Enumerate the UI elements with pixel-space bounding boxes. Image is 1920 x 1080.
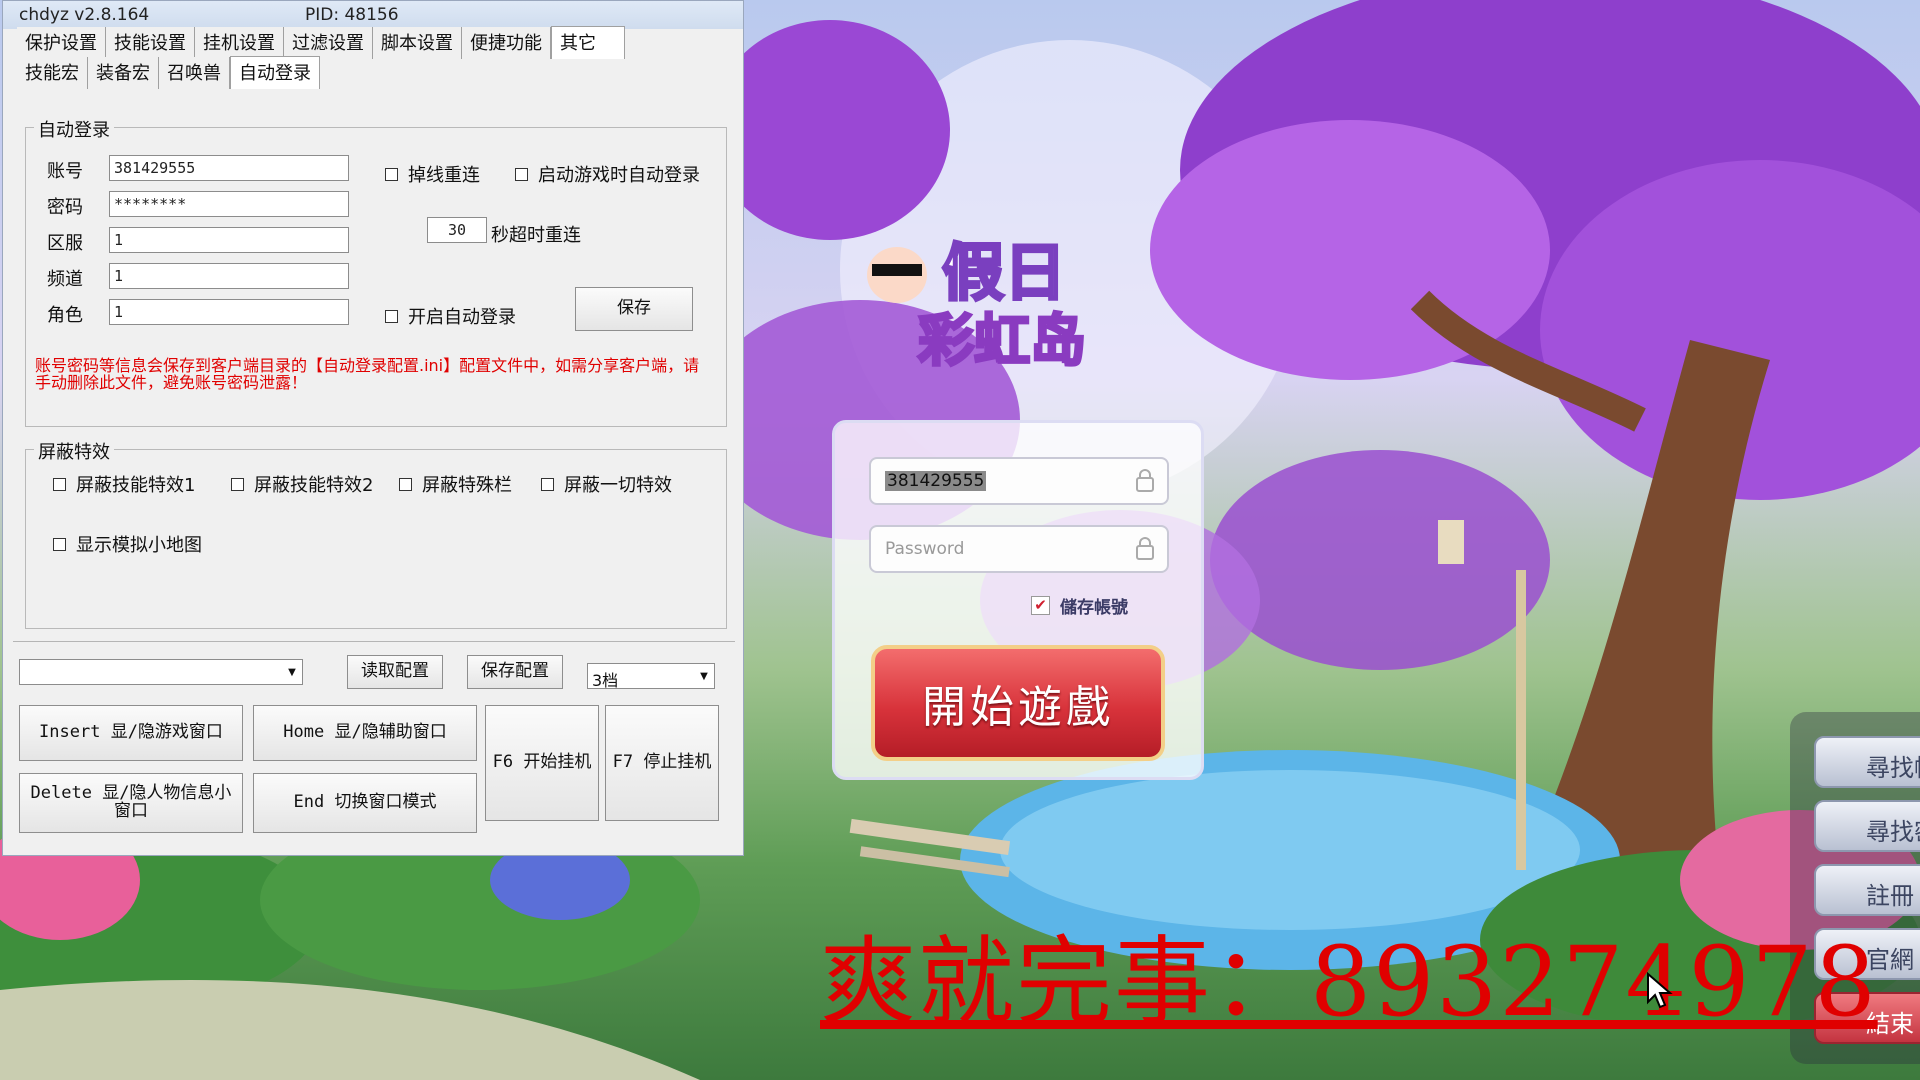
- hide-skill-effect-2-checkbox[interactable]: 屏蔽技能特效2: [231, 471, 373, 497]
- hide-skill-effect-2-label: 屏蔽技能特效2: [254, 475, 374, 496]
- title-bar[interactable]: chdyz v2.8.164 PID: 48156: [3, 1, 743, 29]
- auto-login-legend: 自动登录: [34, 116, 114, 142]
- start-game-button[interactable]: 開始遊戲: [871, 645, 1165, 761]
- checkmark-icon: ✔: [1031, 596, 1050, 615]
- read-config-button[interactable]: 读取配置: [347, 655, 443, 689]
- stop-afk-button[interactable]: F7 停止挂机: [605, 705, 719, 821]
- tab-summon[interactable]: 召唤兽: [159, 57, 230, 89]
- find-password-button[interactable]: 尋找密: [1814, 800, 1920, 852]
- tab-protection[interactable]: 保护设置: [17, 27, 106, 59]
- dropdown-arrow-icon: ▼: [700, 670, 708, 682]
- checkbox-box: [385, 167, 398, 181]
- checkbox-box: [53, 477, 66, 491]
- reconnect-checkbox[interactable]: 掉线重连: [385, 161, 480, 187]
- tab-script[interactable]: 脚本设置: [373, 27, 462, 59]
- helper-window: chdyz v2.8.164 PID: 48156 保护设置 技能设置 挂机设置…: [2, 0, 744, 856]
- hide-skill-effect-1-checkbox[interactable]: 屏蔽技能特效1: [53, 471, 195, 497]
- timeout-label: 秒超时重连: [491, 225, 581, 246]
- app-title: chdyz v2.8.164: [19, 5, 150, 25]
- toggle-game-window-button[interactable]: Insert 显/隐游戏窗口: [19, 705, 243, 761]
- lock-icon: [1136, 537, 1154, 560]
- hide-special-bar-checkbox[interactable]: 屏蔽特殊栏: [399, 471, 512, 497]
- remember-account-checkbox[interactable]: ✔ 儲存帳號: [1031, 593, 1128, 618]
- save-config-button[interactable]: 保存配置: [467, 655, 563, 689]
- channel-field[interactable]: 1: [109, 263, 349, 289]
- main-tab-bar: 保护设置 技能设置 挂机设置 过滤设置 脚本设置 便捷功能 其它: [3, 26, 743, 59]
- remember-account-label: 儲存帳號: [1060, 598, 1128, 618]
- switch-window-mode-button[interactable]: End 切换窗口模式: [253, 773, 477, 833]
- auto-login-on-start-checkbox[interactable]: 启动游戏时自动登录: [515, 161, 700, 187]
- tab-auto-login[interactable]: 自动登录: [230, 56, 320, 89]
- logo-text-rainbow-island: 彩虹岛: [917, 308, 1088, 376]
- checkbox-box: [399, 477, 412, 491]
- effects-legend: 屏蔽特效: [34, 438, 114, 464]
- show-minimap-checkbox[interactable]: 显示模拟小地图: [53, 531, 202, 557]
- hide-special-bar-label: 屏蔽特殊栏: [422, 475, 512, 496]
- password-label: 密码: [47, 197, 83, 218]
- game-logo: 假日 彩虹岛: [862, 200, 1122, 376]
- watermark-text: 爽就完事：893274978: [820, 926, 1878, 1038]
- account-input[interactable]: 381429555: [869, 457, 1169, 505]
- account-value: 381429555: [885, 471, 987, 491]
- account-field[interactable]: 381429555: [109, 155, 349, 181]
- tab-shortcuts[interactable]: 便捷功能: [462, 27, 551, 59]
- mouse-cursor-icon: [1647, 972, 1673, 1009]
- character-field[interactable]: 1: [109, 299, 349, 325]
- server-label: 区服: [47, 233, 83, 254]
- checkbox-box: [515, 167, 528, 181]
- tab-other[interactable]: 其它: [551, 26, 625, 59]
- tab-skills[interactable]: 技能设置: [106, 27, 195, 59]
- enable-auto-login-label: 开启自动登录: [408, 307, 516, 328]
- account-label: 账号: [47, 161, 83, 182]
- start-afk-button[interactable]: F6 开始挂机: [485, 705, 599, 821]
- level-select[interactable]: 3档 ▼: [587, 663, 715, 690]
- auto-login-on-start-label: 启动游戏时自动登录: [538, 165, 700, 186]
- process-id: PID: 48156: [305, 5, 399, 25]
- checkbox-box: [231, 477, 244, 491]
- channel-label: 频道: [47, 269, 83, 290]
- find-account-button[interactable]: 尋找帳: [1814, 736, 1920, 788]
- tab-skill-macro[interactable]: 技能宏: [17, 57, 88, 89]
- privacy-warning: 账号密码等信息会保存到客户端目录的【自动登录配置.ini】配置文件中，如需分享客…: [35, 356, 700, 392]
- login-panel: 381429555 Password ✔ 儲存帳號 開始遊戲: [832, 420, 1204, 780]
- hide-all-effects-checkbox[interactable]: 屏蔽一切特效: [541, 471, 672, 497]
- divider: [13, 641, 735, 642]
- save-login-button[interactable]: 保存: [575, 287, 693, 331]
- reconnect-label: 掉线重连: [408, 165, 480, 186]
- config-select[interactable]: ▼: [19, 659, 303, 685]
- timeout-seconds-field[interactable]: 30: [427, 217, 487, 243]
- checkbox-box: [385, 309, 398, 323]
- lock-icon: [1136, 469, 1154, 492]
- toggle-helper-window-button[interactable]: Home 显/隐辅助窗口: [253, 705, 477, 761]
- show-minimap-label: 显示模拟小地图: [76, 535, 202, 556]
- password-input[interactable]: Password: [869, 525, 1169, 573]
- tab-equip-macro[interactable]: 装备宏: [88, 57, 159, 89]
- level-select-value: 3档: [592, 671, 619, 690]
- toggle-char-info-button[interactable]: Delete 显/隐人物信息小窗口: [19, 773, 243, 833]
- server-field[interactable]: 1: [109, 227, 349, 253]
- checkbox-box: [541, 477, 554, 491]
- hide-all-effects-label: 屏蔽一切特效: [564, 475, 672, 496]
- tab-afk[interactable]: 挂机设置: [195, 27, 284, 59]
- password-placeholder: Password: [885, 539, 965, 559]
- checkbox-box: [53, 537, 66, 551]
- password-field[interactable]: ********: [109, 191, 349, 217]
- enable-auto-login-checkbox[interactable]: 开启自动登录: [385, 303, 516, 329]
- dropdown-arrow-icon: ▼: [288, 666, 296, 678]
- character-label: 角色: [47, 305, 83, 326]
- sub-tab-bar: 技能宏 装备宏 召唤兽 自动登录: [3, 56, 743, 89]
- hide-skill-effect-1-label: 屏蔽技能特效1: [76, 475, 196, 496]
- tab-filter[interactable]: 过滤设置: [284, 27, 373, 59]
